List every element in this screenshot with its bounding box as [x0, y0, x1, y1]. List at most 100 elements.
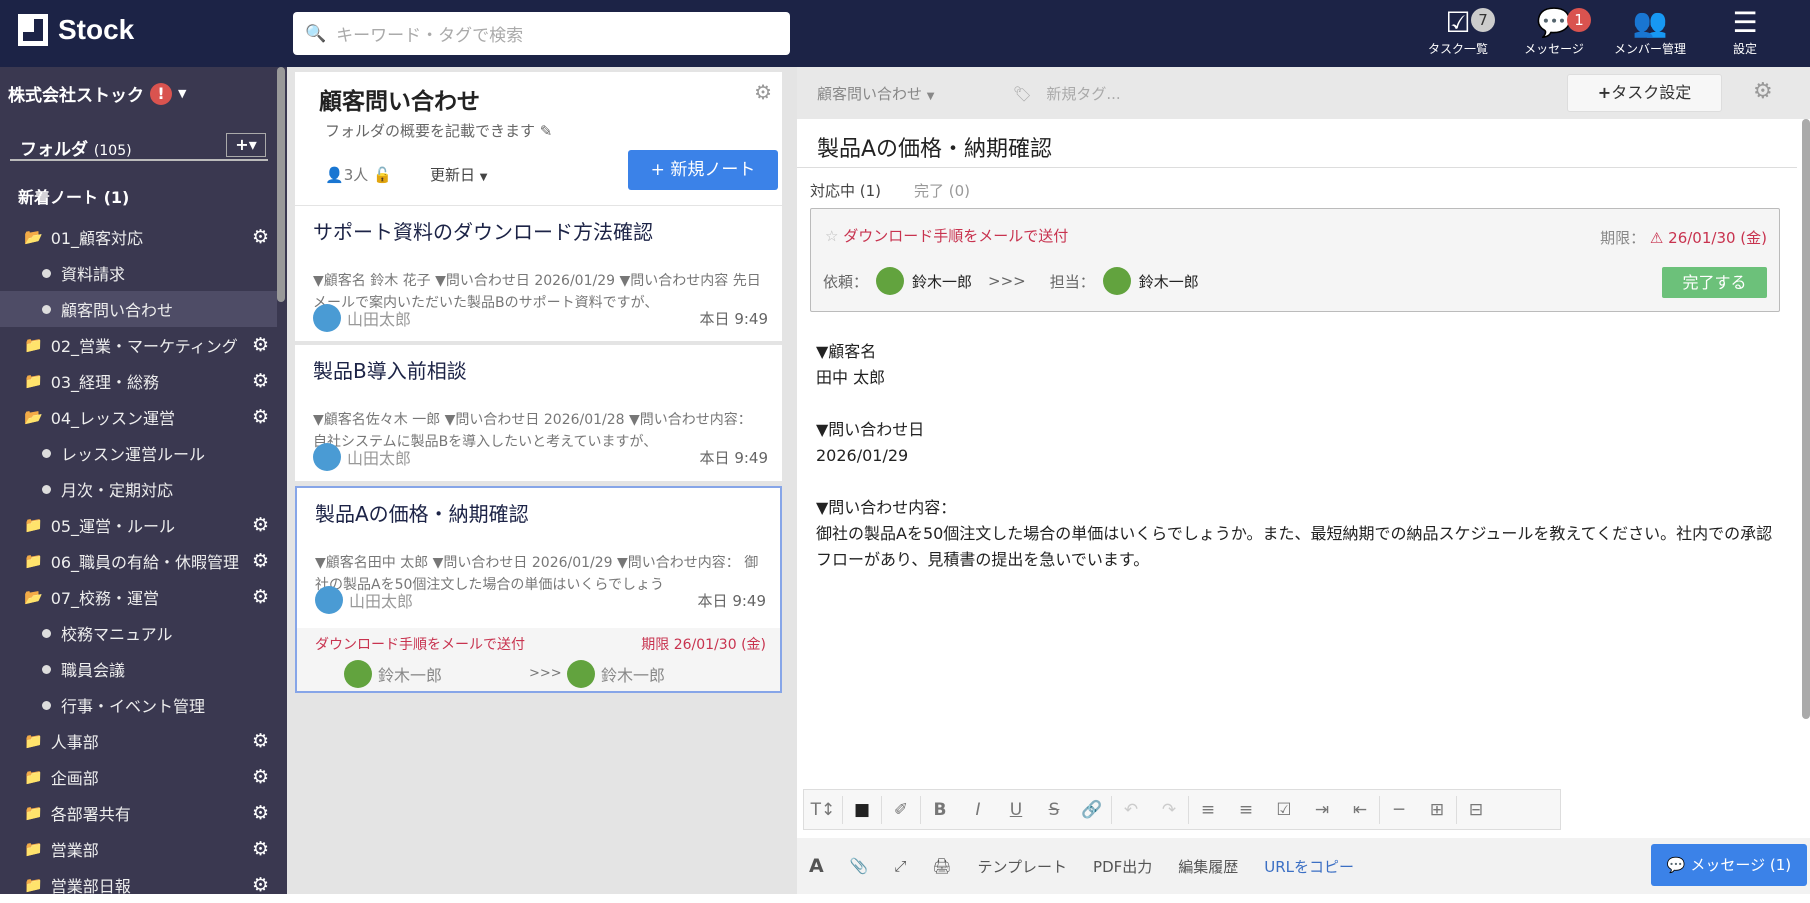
sidebar-item[interactable]: 資料請求 — [0, 255, 277, 291]
note-card[interactable]: 製品B導入前相談 ▼顧客名佐々木 一郎 ▼問い合わせ日 2026/01/28 ▼問… — [295, 345, 782, 481]
note-card[interactable]: 製品Aの価格・納期確認 ▼顧客名田中 太郎 ▼問い合わせ日 2026/01/29 … — [295, 486, 782, 693]
company-selector[interactable]: 株式会社ストック! ▼ — [8, 81, 186, 106]
sidebar-item[interactable]: 行事・イベント管理 — [0, 687, 277, 723]
italic-icon[interactable]: I — [959, 800, 997, 820]
sidebar-item[interactable]: 📁 03_経理・総務 ⚙ — [0, 363, 277, 399]
sidebar-item[interactable]: 校務マニュアル — [0, 615, 277, 651]
sidebar-item[interactable]: 職員会議 — [0, 651, 277, 687]
numbered-list-icon[interactable]: ≡ — [1227, 800, 1265, 820]
note-title: サポート資料のダウンロード方法確認 — [313, 220, 653, 244]
tag-input[interactable]: 🏷 新規タグ... — [1013, 83, 1121, 104]
sidebar-item[interactable]: 📁 各部署共有 ⚙ — [0, 795, 277, 831]
sidebar-item[interactable]: 📂 04_レッスン運営 ⚙ — [0, 399, 277, 435]
sidebar-item[interactable]: 顧客問い合わせ — [0, 291, 277, 327]
underline-icon[interactable]: U — [997, 800, 1035, 820]
copy-url-link[interactable]: URLをコピー — [1264, 856, 1354, 877]
nav-task-list[interactable]: ☑ 7 タスク一覧 — [1413, 6, 1503, 57]
sidebar-item[interactable]: 📁 企画部 ⚙ — [0, 759, 277, 795]
sidebar-item[interactable]: 📁 02_営業・マーケティング ⚙ — [0, 327, 277, 363]
table-icon[interactable]: ⊞ — [1418, 800, 1456, 820]
sidebar-item[interactable]: 📂 07_校務・運営 ⚙ — [0, 579, 277, 615]
sidebar-item[interactable]: 月次・定期対応 — [0, 471, 277, 507]
gear-icon[interactable]: ⚙ — [252, 370, 269, 392]
bullet-icon — [42, 628, 51, 638]
nav-settings[interactable]: ☰ 設定 — [1700, 6, 1790, 57]
bold-icon[interactable]: B — [921, 800, 959, 820]
task-title[interactable]: ☆ ダウンロード手順をメールで送付 — [825, 225, 1068, 246]
nav-messages[interactable]: 💬 1 メッセージ — [1509, 6, 1599, 57]
redo-icon[interactable]: ↷ — [1150, 800, 1188, 820]
members-count[interactable]: 👤3人 🔓 — [325, 164, 392, 185]
gear-icon[interactable]: ⚙ — [252, 766, 269, 788]
avatar — [567, 660, 595, 688]
link-icon[interactable]: 🔗 — [1073, 800, 1111, 820]
gear-icon[interactable]: ⚙ — [252, 802, 269, 824]
gear-icon[interactable]: ⚙ — [252, 514, 269, 536]
new-note-button[interactable]: + 新規ノート — [628, 150, 778, 190]
logo[interactable]: Stock — [18, 14, 134, 46]
gear-icon[interactable]: ⚙ — [252, 838, 269, 860]
sort-dropdown[interactable]: 更新日 ▼ — [430, 164, 488, 185]
gear-icon[interactable]: ⚙ — [252, 550, 269, 572]
users-icon: 👥 — [1632, 6, 1668, 39]
gear-icon[interactable]: ⚙ — [1753, 79, 1773, 104]
outdent-icon[interactable]: ⇤ — [1341, 800, 1379, 820]
sidebar-item[interactable]: 📁 営業部 ⚙ — [0, 831, 277, 867]
gear-icon[interactable]: ⚙ — [252, 334, 269, 356]
horizontal-rule-icon[interactable]: ─ — [1380, 800, 1418, 820]
add-folder-button[interactable]: +▾ — [226, 133, 266, 157]
gear-icon[interactable]: ⚙ — [754, 80, 772, 104]
bullet-list-icon[interactable]: ≡ — [1189, 800, 1227, 820]
sidebar-item[interactable]: 📁 人事部 ⚙ — [0, 723, 277, 759]
collapse-icon[interactable]: ⊟ — [1457, 800, 1495, 820]
gear-icon[interactable]: ⚙ — [252, 586, 269, 608]
text-size-icon[interactable]: T↕ — [804, 800, 842, 820]
folder-description[interactable]: フォルダの概要を記載できます ✎ — [325, 120, 552, 141]
indent-icon[interactable]: ⇥ — [1303, 800, 1341, 820]
folder-breadcrumb[interactable]: 顧客問い合わせ ▼ — [817, 83, 935, 104]
note-task: ダウンロード手順をメールで送付 期限 26/01/30 (金) 鈴木一郎 >>> 鈴木一… — [297, 628, 780, 691]
sidebar: 株式会社ストック! ▼ フォルダ (105) +▾ 新着ノート (1) 📂 01_顧客… — [0, 67, 287, 896]
gear-icon[interactable]: ⚙ — [252, 730, 269, 752]
strikethrough-icon[interactable]: S — [1035, 800, 1073, 820]
note-title[interactable]: 製品Aの価格・納期確認 — [817, 131, 1052, 163]
complete-task-button[interactable]: 完了する — [1662, 267, 1767, 298]
template-link[interactable]: テンプレート — [977, 856, 1067, 877]
sidebar-item[interactable]: レッスン運営ルール — [0, 435, 277, 471]
paperclip-icon[interactable]: 📎 — [850, 857, 869, 875]
text-color-icon[interactable]: ■ — [843, 800, 881, 820]
sidebar-item-label: 05_運営・ルール — [50, 517, 176, 536]
message-button[interactable]: 💬 メッセージ (1) — [1651, 844, 1807, 886]
detail-scrollbar[interactable] — [1802, 119, 1810, 719]
note-body[interactable]: ▼顧客名 田中 太郎 ▼問い合わせ日 2026/01/29 ▼問い合わせ内容： … — [816, 339, 1776, 573]
gear-icon[interactable]: ⚙ — [252, 874, 269, 896]
sidebar-item[interactable]: 📁 営業部日報 ⚙ — [0, 867, 277, 903]
print-icon[interactable]: 🖨 — [932, 857, 951, 875]
highlight-icon[interactable]: ✐ — [882, 800, 920, 820]
undo-icon[interactable]: ↶ — [1112, 800, 1150, 820]
gear-icon[interactable]: ⚙ — [252, 406, 269, 428]
alert-icon: ! — [150, 82, 172, 105]
sidebar-item[interactable]: 📁 05_運営・ルール ⚙ — [0, 507, 277, 543]
sidebar-item-label: 顧客問い合わせ — [61, 301, 174, 320]
folders-header: フォルダ (105) +▾ — [10, 133, 268, 161]
sidebar-item[interactable]: 📁 06_職員の有給・休暇管理 ⚙ — [0, 543, 277, 579]
tab-completed[interactable]: 完了 (0) — [914, 180, 970, 201]
plus-icon: + — [650, 160, 671, 180]
edit-history-link[interactable]: 編集履歴 — [1178, 856, 1238, 877]
new-notes-link[interactable]: 新着ノート (1) — [18, 184, 129, 208]
font-icon[interactable]: A — [809, 855, 824, 877]
nav-members[interactable]: 👥 メンバー管理 — [1605, 6, 1695, 57]
pdf-export-link[interactable]: PDF出力 — [1093, 856, 1152, 877]
note-card[interactable]: サポート資料のダウンロード方法確認 ▼顧客名 鈴木 花子 ▼問い合わせ日 2026… — [295, 206, 782, 341]
star-icon[interactable]: ☆ — [825, 227, 838, 245]
search-input[interactable]: 🔍 キーワード・タグで検索 — [293, 12, 790, 55]
sidebar-item[interactable]: 📂 01_顧客対応 ⚙ — [0, 219, 277, 255]
avatar — [1102, 267, 1131, 295]
task-setting-button[interactable]: +タスク設定 — [1567, 74, 1722, 112]
expand-icon[interactable]: ⤢ — [894, 857, 906, 875]
sidebar-scrollbar[interactable] — [277, 67, 285, 302]
checklist-icon[interactable]: ☑ — [1265, 800, 1303, 820]
tab-in-progress[interactable]: 対応中 (1) — [810, 180, 881, 201]
gear-icon[interactable]: ⚙ — [252, 226, 269, 248]
